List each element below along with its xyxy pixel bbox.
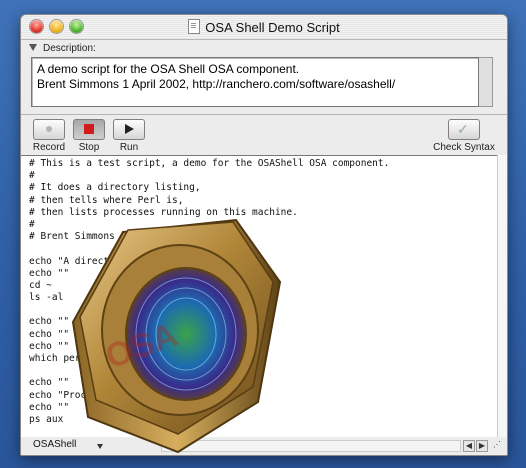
disclosure-triangle-icon[interactable] [29,44,37,51]
script-line: # This is a test script, a demo for the … [29,158,390,169]
description-disclosure[interactable]: Description: [29,43,96,54]
record-label: Record [32,142,66,153]
hex-nut-logo-icon: OSA [71,218,282,454]
record-button[interactable] [33,119,65,140]
document-icon [188,19,201,34]
check-syntax-tool[interactable]: ✓ Check Syntax [429,119,499,153]
scroll-right-arrow-icon[interactable]: ▶ [476,440,488,452]
window-title-area: OSA Shell Demo Script [21,19,507,35]
run-button[interactable] [113,119,145,140]
editor-vertical-scrollbar[interactable] [497,155,507,437]
run-tool[interactable]: Run [111,119,147,153]
script-line: # It does a directory listing, [29,182,201,194]
check-syntax-button[interactable]: ✓ [448,119,480,140]
run-label: Run [119,142,139,153]
checkmark-icon: ✓ [457,121,469,137]
stop-tool[interactable]: Stop [71,119,107,153]
description-scrollbar[interactable] [479,57,493,107]
description-line: A demo script for the OSA Shell OSA comp… [37,62,300,76]
script-line: # [29,170,35,182]
description-line: Brent Simmons 1 April 2002, http://ranch… [37,77,396,91]
check-syntax-label: Check Syntax [433,142,495,153]
divider [21,114,507,115]
stop-button[interactable] [73,119,105,140]
script-line: # then tells where Perl is, [29,194,184,206]
scroll-left-arrow-icon[interactable]: ◀ [463,440,475,452]
title-bar[interactable]: OSA Shell Demo Script [21,15,507,40]
stop-icon [84,124,94,134]
resize-grip-icon[interactable]: ⋰ [491,440,503,452]
window-title: OSA Shell Demo Script [205,20,340,35]
stop-label: Stop [78,142,100,153]
record-icon [46,126,52,132]
description-field[interactable]: A demo script for the OSA Shell OSA comp… [31,57,479,107]
description-label: Description: [43,43,96,54]
play-icon [125,124,134,134]
record-tool[interactable]: Record [31,119,67,153]
